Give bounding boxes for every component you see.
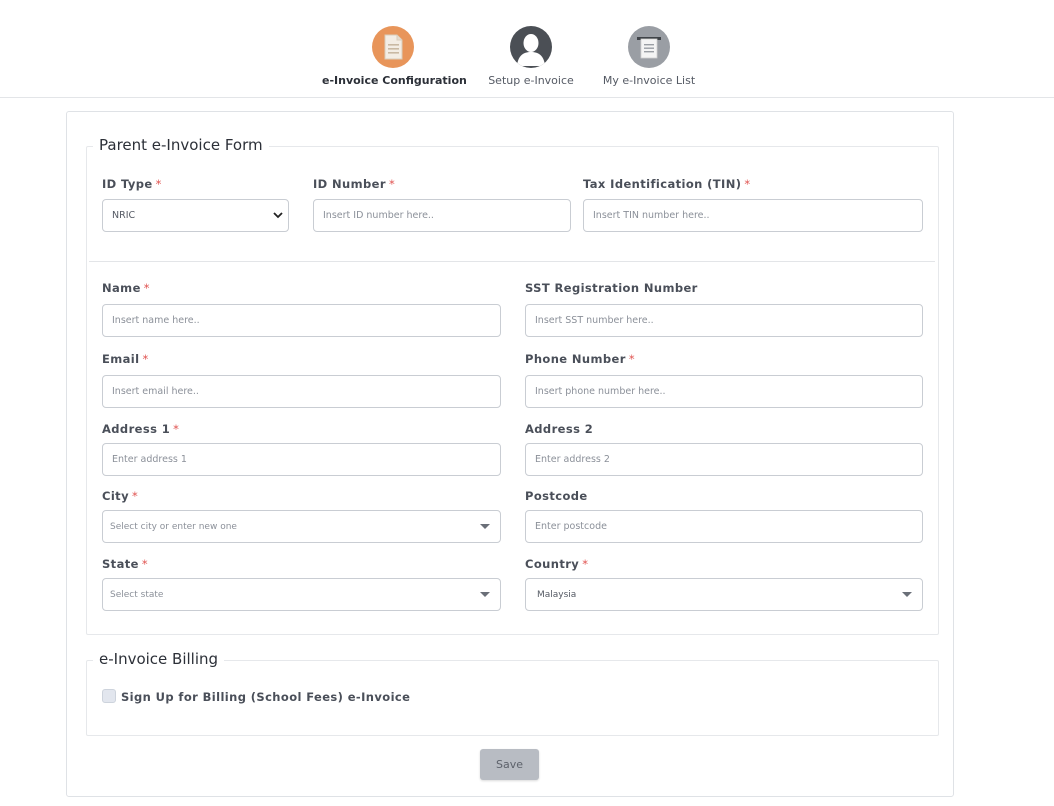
postcode-label: Postcode: [525, 489, 588, 503]
caret-down-icon: [480, 592, 490, 597]
document-icon: [372, 26, 414, 68]
billing-signup-label[interactable]: Sign Up for Billing (School Fees) e-Invo…: [121, 690, 410, 704]
form-card: Parent e-Invoice Form ID Type * NRIC ID N…: [66, 111, 954, 797]
id-number-input[interactable]: Insert ID number here..: [313, 199, 571, 232]
state-label: State *: [102, 557, 148, 571]
address2-label: Address 2: [525, 422, 594, 436]
phone-label: Phone Number *: [525, 352, 635, 366]
email-label: Email *: [102, 352, 149, 366]
einvoice-billing-section: e-Invoice Billing Sign Up for Billing (S…: [86, 650, 939, 736]
divider: [89, 261, 935, 262]
stepper-header: e-Invoice Configuration Setup e-Invoice …: [0, 0, 1054, 98]
id-type-label: ID Type *: [102, 177, 162, 191]
parent-einvoice-form-section: Parent e-Invoice Form ID Type * NRIC ID N…: [86, 136, 939, 635]
name-label: Name *: [102, 281, 150, 295]
name-input[interactable]: Insert name here..: [102, 304, 501, 337]
city-select[interactable]: Select city or enter new one: [102, 510, 501, 543]
country-select[interactable]: Malaysia: [525, 578, 923, 611]
receipt-list-icon: [628, 26, 670, 68]
id-type-select[interactable]: NRIC: [102, 199, 289, 232]
step-label: Setup e-Invoice: [488, 74, 574, 87]
step-label: e-Invoice Configuration: [322, 74, 467, 87]
caret-down-icon: [902, 592, 912, 597]
state-select[interactable]: Select state: [102, 578, 501, 611]
section-title: Parent e-Invoice Form: [93, 136, 269, 154]
billing-signup-checkbox[interactable]: [102, 689, 116, 703]
address1-input[interactable]: Enter address 1: [102, 443, 501, 476]
step-my-einvoice-list[interactable]: My e-Invoice List: [598, 26, 700, 87]
tin-label: Tax Identification (TIN) *: [583, 177, 751, 191]
address1-label: Address 1 *: [102, 422, 180, 436]
sst-label: SST Registration Number: [525, 281, 698, 295]
email-input[interactable]: Insert email here..: [102, 375, 501, 408]
step-einvoice-configuration[interactable]: e-Invoice Configuration: [322, 26, 467, 87]
sst-input[interactable]: Insert SST number here..: [525, 304, 923, 337]
phone-input[interactable]: Insert phone number here..: [525, 375, 923, 408]
tin-input[interactable]: Insert TIN number here..: [583, 199, 923, 232]
city-label: City *: [102, 489, 139, 503]
save-button[interactable]: Save: [480, 749, 539, 780]
caret-down-icon: [480, 524, 490, 529]
address2-input[interactable]: Enter address 2: [525, 443, 923, 476]
id-number-label: ID Number *: [313, 177, 396, 191]
step-setup-einvoice[interactable]: Setup e-Invoice: [484, 26, 578, 87]
chevron-down-icon: [272, 209, 284, 224]
step-label: My e-Invoice List: [602, 74, 696, 87]
section-title: e-Invoice Billing: [93, 650, 225, 668]
user-icon: [510, 26, 552, 68]
country-label: Country *: [525, 557, 589, 571]
postcode-input[interactable]: Enter postcode: [525, 510, 923, 543]
